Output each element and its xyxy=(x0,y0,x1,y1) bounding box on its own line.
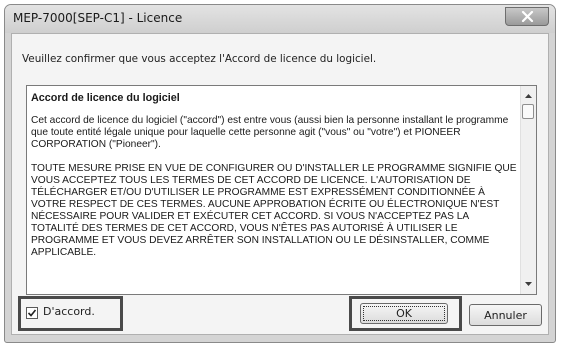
scroll-up-button[interactable] xyxy=(521,88,536,104)
close-icon xyxy=(521,11,534,22)
scroll-thumb[interactable] xyxy=(522,104,534,119)
scroll-down-arrow-icon xyxy=(525,282,532,286)
license-heading: Accord de licence du logiciel xyxy=(31,92,180,104)
license-text: Accord de licence du logiciel Cet accord… xyxy=(31,92,519,271)
cancel-button[interactable]: Annuler xyxy=(469,304,542,326)
close-button[interactable] xyxy=(505,7,549,26)
agree-checkbox[interactable] xyxy=(26,307,38,319)
cancel-label: Annuler xyxy=(484,309,527,322)
licence-dialog: MEP-7000[SEP-C1] - Licence Veuillez conf… xyxy=(4,4,556,343)
license-text-box[interactable]: Accord de licence du logiciel Cet accord… xyxy=(26,85,537,295)
agree-label[interactable]: D'accord. xyxy=(43,305,95,318)
ok-label: OK xyxy=(396,307,412,320)
title-bar[interactable]: MEP-7000[SEP-C1] - Licence xyxy=(5,5,555,33)
scroll-down-button[interactable] xyxy=(521,276,536,292)
scroll-up-arrow-icon xyxy=(525,94,532,98)
agree-checkbox-area[interactable]: D'accord. xyxy=(18,296,123,331)
dialog-footer: D'accord. OK Annuler xyxy=(12,296,548,334)
vertical-scrollbar[interactable] xyxy=(520,86,536,294)
dialog-content: Veuillez confirmer que vous acceptez l'A… xyxy=(11,33,549,335)
license-paragraph: Cet accord de licence du logiciel ("acco… xyxy=(31,115,509,150)
ok-button-area: OK xyxy=(349,296,462,331)
license-paragraph: TOUTE MESURE PRISE EN VUE DE CONFIGURER … xyxy=(31,163,517,258)
instruction-text: Veuillez confirmer que vous acceptez l'A… xyxy=(22,53,377,65)
ok-button[interactable]: OK xyxy=(360,303,448,324)
checkmark-icon xyxy=(27,309,37,317)
window-title: MEP-7000[SEP-C1] - Licence xyxy=(13,11,183,25)
